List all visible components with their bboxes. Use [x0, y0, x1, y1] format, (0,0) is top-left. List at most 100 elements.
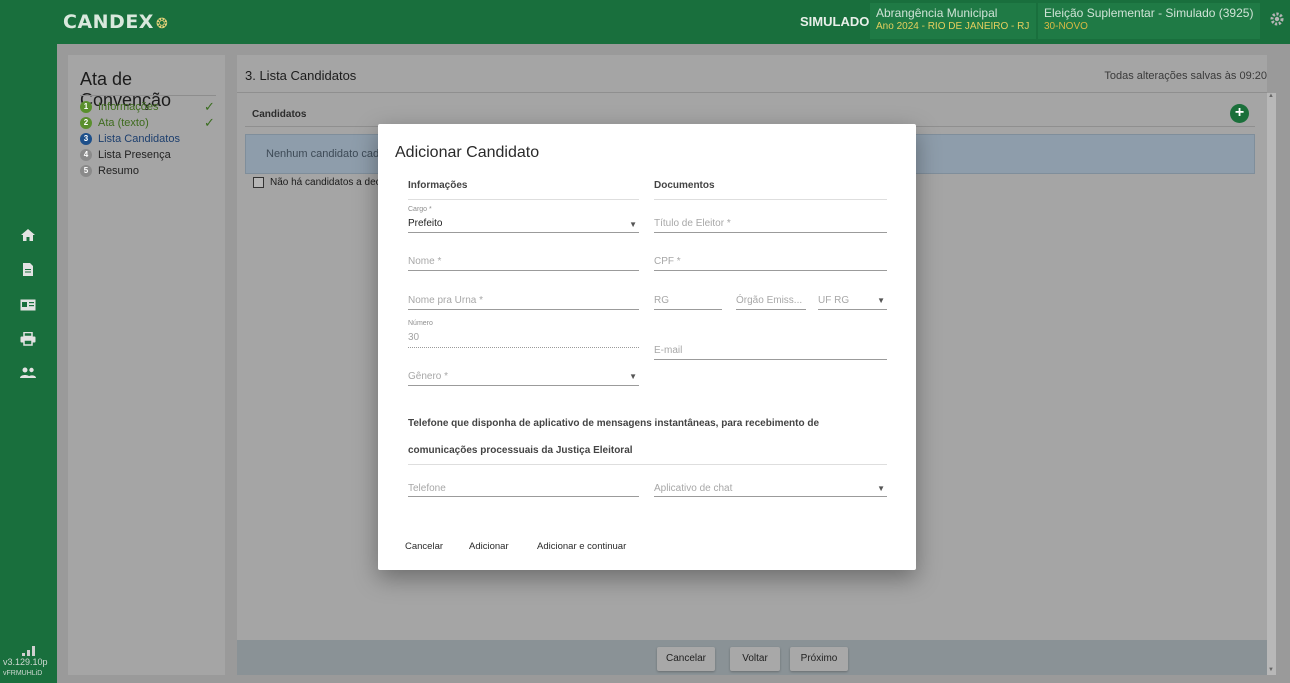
chat-placeholder: Aplicativo de chat — [654, 483, 733, 494]
numero-value: 30 — [408, 332, 420, 343]
numero-label: Número — [408, 320, 433, 327]
nav-rail: v3.129.10p vFRMUHLiD — [0, 44, 57, 683]
phone-section-title-line1: Telefone que disponha de aplicativo de m… — [408, 418, 820, 429]
add-button[interactable]: Adicionar — [469, 541, 509, 552]
footer-bar: Cancelar Voltar Próximo — [237, 640, 1267, 675]
caret-down-icon: ▼ — [629, 372, 637, 381]
election-title: Eleição Suplementar - Simulado (3925) — [1044, 6, 1254, 20]
orgao-placeholder: Órgão Emiss... — [736, 295, 803, 306]
document-icon[interactable] — [17, 258, 39, 280]
step-number: 2 — [80, 117, 92, 129]
orgao-emissor-input[interactable]: Órgão Emiss... — [736, 291, 806, 310]
users-icon[interactable] — [17, 362, 39, 384]
nome-input[interactable]: Nome * — [408, 252, 639, 271]
empty-text: Nenhum candidato cad — [266, 148, 380, 160]
docs-divider — [654, 199, 887, 200]
add-candidate-button[interactable]: + — [1230, 104, 1249, 123]
caret-down-icon: ▼ — [877, 484, 885, 493]
top-bar: CANDEX ❂ SIMULADO Abrangência Municipal A… — [0, 0, 1290, 44]
scrollbar[interactable]: ▲ ▼ — [1267, 93, 1276, 675]
no-candidates-checkbox[interactable] — [253, 177, 264, 188]
check-icon: ✓ — [204, 115, 215, 130]
rg-input[interactable]: RG — [654, 291, 722, 310]
plus-icon: + — [1234, 104, 1245, 121]
step-resumo[interactable]: 5 Resumo — [80, 163, 220, 179]
docs-header: Documentos — [654, 180, 715, 191]
mode-label: SIMULADO — [800, 14, 870, 29]
step-label: Informações — [98, 101, 159, 113]
add-and-continue-button[interactable]: Adicionar e continuar — [537, 541, 626, 552]
signal-icon — [22, 646, 35, 656]
cargo-select[interactable]: Cargo * Prefeito ▼ — [408, 206, 639, 233]
step-lista-candidatos[interactable]: 3 Lista Candidatos — [80, 131, 220, 147]
field-underline — [654, 232, 887, 233]
dialog-title: Adicionar Candidato — [395, 144, 540, 161]
sidebar-divider — [80, 95, 216, 96]
home-icon[interactable] — [17, 224, 39, 246]
cpf-input[interactable]: CPF * — [654, 252, 887, 271]
footer-back-button[interactable]: Voltar — [730, 647, 780, 671]
footer-cancel-button[interactable]: Cancelar — [657, 647, 715, 671]
chat-app-select[interactable]: Aplicativo de chat ▼ — [654, 479, 887, 497]
scope-title: Abrangência Municipal — [876, 6, 998, 20]
step-number: 4 — [80, 149, 92, 161]
scope-selector[interactable]: Abrangência Municipal Ano 2024 - RIO DE … — [870, 3, 1036, 39]
urna-placeholder: Nome pra Urna * — [408, 295, 484, 306]
telefone-placeholder: Telefone — [408, 483, 446, 494]
steps-sidebar: Ata de Convenção 1 Informações ✓ 2 Ata (… — [68, 55, 225, 675]
nome-urna-input[interactable]: Nome pra Urna * — [408, 291, 639, 310]
telefone-input[interactable]: Telefone — [408, 479, 639, 497]
field-underline — [408, 232, 639, 233]
field-underline — [654, 309, 722, 310]
field-underline — [408, 496, 639, 497]
field-underline — [654, 359, 887, 360]
phone-section-title-line2: comunicações processuais da Justiça Elei… — [408, 445, 633, 456]
id-card-icon[interactable] — [17, 294, 39, 316]
field-underline — [408, 347, 639, 348]
gear-icon[interactable] — [1267, 11, 1287, 31]
email-placeholder: E-mail — [654, 345, 683, 356]
step-ata-texto[interactable]: 2 Ata (texto) ✓ — [80, 115, 220, 131]
save-status: Todas alterações salvas às 09:20 — [1104, 70, 1267, 82]
step-number: 1 — [80, 101, 92, 113]
election-detail: 30-NOVO — [1044, 21, 1088, 32]
no-candidates-label: Não há candidatos a decla — [270, 177, 389, 188]
field-underline — [654, 496, 887, 497]
step-informacoes[interactable]: 1 Informações ✓ — [80, 99, 220, 115]
genero-select[interactable]: Gênero * ▼ — [408, 368, 639, 386]
step-label: Lista Candidatos — [98, 133, 180, 145]
caret-down-icon: ▼ — [629, 220, 637, 229]
step-label: Resumo — [98, 165, 139, 177]
ufrg-placeholder: UF RG — [818, 295, 850, 306]
header-divider — [237, 92, 1267, 93]
app-logo: CANDEX ❂ — [63, 11, 169, 33]
field-underline — [736, 309, 806, 310]
printer-icon[interactable] — [17, 328, 39, 350]
scope-detail: Ano 2024 - RIO DE JANEIRO - RJ — [876, 21, 1030, 32]
add-candidate-dialog: Adicionar Candidato Informações Document… — [378, 124, 916, 570]
uf-rg-select[interactable]: UF RG ▼ — [818, 291, 887, 310]
rg-placeholder: RG — [654, 295, 669, 306]
version-label: v3.129.10p — [3, 657, 48, 667]
titulo-eleitor-input[interactable]: Título de Eleitor * — [654, 206, 887, 233]
section-title: Candidatos — [252, 109, 307, 120]
nome-placeholder: Nome * — [408, 256, 442, 267]
check-icon: ✓ — [204, 99, 215, 114]
email-input[interactable]: E-mail — [654, 342, 887, 360]
field-underline — [408, 270, 639, 271]
genero-placeholder: Gênero * — [408, 371, 449, 382]
cancel-button[interactable]: Cancelar — [405, 541, 443, 552]
cargo-value: Prefeito — [408, 218, 443, 229]
footer-next-button[interactable]: Próximo — [790, 647, 848, 671]
cpf-placeholder: CPF * — [654, 256, 681, 267]
step-number: 3 — [80, 133, 92, 145]
cargo-label: Cargo * — [408, 206, 432, 213]
field-underline — [818, 309, 887, 310]
field-underline — [654, 270, 887, 271]
info-header: Informações — [408, 180, 468, 191]
scroll-up-icon[interactable]: ▲ — [1268, 93, 1274, 99]
info-divider — [408, 199, 639, 200]
step-lista-presenca[interactable]: 4 Lista Presença — [80, 147, 220, 163]
scroll-down-icon[interactable]: ▼ — [1268, 667, 1274, 673]
election-selector[interactable]: Eleição Suplementar - Simulado (3925) 30… — [1038, 3, 1260, 39]
